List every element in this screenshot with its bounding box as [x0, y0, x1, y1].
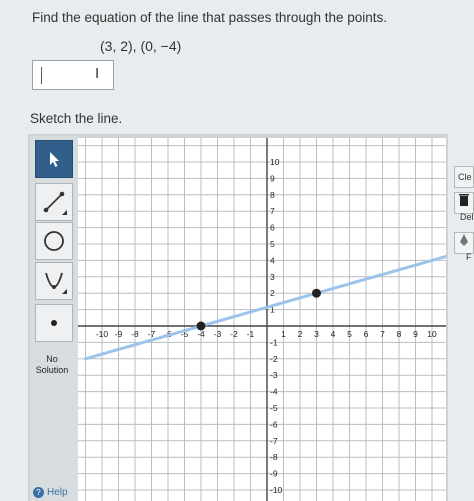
x-tick-label: 5 [347, 329, 352, 339]
y-tick-label: -5 [270, 403, 278, 413]
y-tick-label: -2 [270, 354, 278, 364]
x-tick-label: -7 [148, 329, 156, 339]
clear-button[interactable]: Cle [454, 166, 474, 188]
y-tick-label: 8 [270, 190, 275, 200]
y-tick-label: 9 [270, 173, 275, 183]
line-segment-icon [43, 191, 67, 215]
x-tick-label: -1 [247, 329, 255, 339]
plotted-point[interactable] [312, 288, 321, 298]
x-tick-label: 7 [380, 329, 385, 339]
x-tick-label: 2 [298, 329, 303, 339]
x-tick-label: 4 [331, 329, 336, 339]
clear-label: Cle [458, 172, 472, 182]
ibeam-cursor-icon: I [95, 65, 100, 82]
line-tool-button[interactable] [35, 183, 73, 221]
y-tick-label: 10 [270, 157, 280, 167]
x-tick-label: -3 [214, 329, 222, 339]
help-label: Help [47, 487, 68, 498]
given-points: (3, 2), (0, −4) [100, 38, 182, 54]
delete-label: Del [460, 212, 474, 222]
no-solution-label-line1: No [46, 354, 58, 364]
no-solution-label-line2: Solution [35, 365, 69, 375]
no-solution-button[interactable]: No Solution [32, 348, 72, 382]
x-tick-label: 10 [427, 329, 437, 339]
y-tick-label: -4 [270, 387, 278, 397]
circle-icon [44, 231, 64, 251]
plot-background [78, 138, 446, 501]
help-link[interactable]: ? Help [33, 487, 68, 498]
x-tick-label: 1 [281, 329, 286, 339]
x-tick-label: -8 [131, 329, 139, 339]
arrow-pointer-icon [50, 152, 59, 167]
y-tick-label: 7 [270, 206, 275, 216]
fill-icon [460, 234, 468, 246]
y-tick-label: 5 [270, 239, 275, 249]
x-tick-label: 9 [413, 329, 418, 339]
parabola-icon [45, 272, 67, 294]
y-tick-label: -1 [270, 337, 278, 347]
x-tick-label: -4 [197, 329, 205, 339]
y-tick-label: 6 [270, 223, 275, 233]
point-tool-button[interactable] [35, 304, 73, 342]
delete-icon-button[interactable] [454, 192, 474, 214]
point-icon [51, 320, 57, 326]
sketch-instruction: Sketch the line. [30, 111, 123, 126]
parabola-tool-button[interactable] [35, 262, 73, 300]
x-tick-label: 8 [397, 329, 402, 339]
y-tick-label: -6 [270, 419, 278, 429]
x-tick-label: 6 [364, 329, 369, 339]
pointer-tool-button[interactable] [35, 140, 73, 178]
x-tick-label: 3 [314, 329, 319, 339]
trash-icon [459, 194, 469, 206]
coordinate-plane[interactable]: -10-9-8-7-6-5-4-3-2-11234567891010987654… [78, 138, 446, 501]
plotted-point[interactable] [196, 321, 206, 331]
fill-button[interactable] [454, 232, 474, 254]
fill-label: F [466, 252, 472, 262]
y-tick-label: 4 [270, 255, 275, 265]
x-tick-label: -10 [96, 329, 109, 339]
answer-input[interactable]: I [32, 60, 114, 90]
y-tick-label: 2 [270, 288, 275, 298]
y-tick-label: -9 [270, 469, 278, 479]
y-tick-label: -7 [270, 436, 278, 446]
help-icon: ? [33, 487, 44, 498]
y-tick-label: -3 [270, 370, 278, 380]
y-tick-label: -10 [270, 485, 283, 495]
question-prompt: Find the equation of the line that passe… [32, 10, 387, 25]
text-caret [41, 67, 42, 84]
circle-tool-button[interactable] [35, 222, 73, 260]
y-tick-label: 3 [270, 272, 275, 282]
y-tick-label: -8 [270, 452, 278, 462]
x-tick-label: -9 [115, 329, 123, 339]
x-tick-label: -2 [230, 329, 238, 339]
